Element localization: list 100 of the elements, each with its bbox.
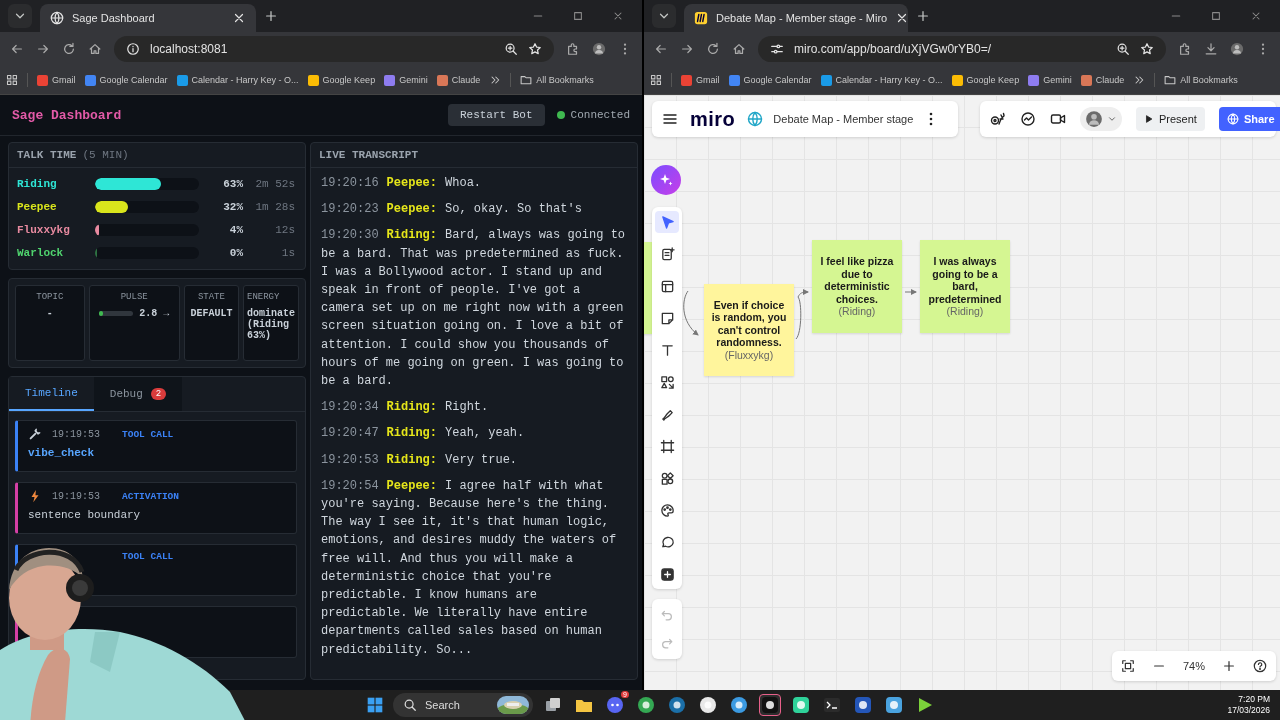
globe-icon[interactable]: [747, 111, 764, 127]
reload-icon[interactable]: [706, 42, 720, 56]
present-button[interactable]: Present: [1136, 107, 1205, 131]
sparkle-icon: [658, 172, 674, 188]
back-icon[interactable]: [10, 42, 24, 56]
template-icon: [659, 278, 675, 294]
bookmark[interactable]: Google Keep: [307, 74, 376, 86]
chat-icon[interactable]: [1020, 111, 1036, 127]
avatar-icon[interactable]: [1230, 42, 1244, 56]
app-icon: [916, 696, 934, 714]
apps-icon[interactable]: [6, 74, 18, 86]
zoom-level[interactable]: 74%: [1182, 660, 1205, 672]
menu-icon[interactable]: [662, 111, 678, 127]
info-icon[interactable]: [126, 42, 140, 56]
close-icon[interactable]: [232, 11, 246, 25]
reload-icon[interactable]: [62, 42, 76, 56]
bookmark[interactable]: Calendar - Harry Key - O...: [820, 74, 943, 86]
home-icon[interactable]: [732, 42, 746, 56]
taskbar-app[interactable]: [790, 694, 812, 716]
talk-percent: 0%: [228, 247, 243, 259]
tab-search-button[interactable]: [652, 4, 676, 28]
add-icon: [659, 566, 675, 582]
reactions-icon[interactable]: [990, 111, 1006, 127]
logo[interactable]: miro: [690, 107, 736, 131]
event-time: 19:19:53: [52, 490, 100, 502]
tab[interactable]: Debug 2: [93, 377, 183, 411]
new-tab-icon[interactable]: [264, 9, 278, 23]
note-author: (Fluxxykg): [724, 348, 774, 362]
bookmark[interactable]: Google Calendar: [728, 74, 812, 86]
browser-tab[interactable]: Debate Map - Member stage - Miro: [684, 4, 908, 32]
chevron-icon: [1107, 114, 1117, 124]
sticky-note[interactable]: Even if choice is random, you can't control randomness. (Fluxxykg): [704, 284, 794, 376]
sticky-note[interactable]: I feel like pizza due to deterministic choices. (Riding): [812, 240, 902, 333]
taskbar-app[interactable]: [666, 694, 688, 716]
download-icon[interactable]: [1204, 42, 1218, 56]
clock-date: 17/03/2026: [1227, 705, 1270, 716]
ai-button[interactable]: [651, 165, 681, 195]
board-title[interactable]: Debate Map - Member stage: [773, 113, 914, 125]
stat-label: STATE: [197, 292, 225, 302]
star-icon[interactable]: [1140, 42, 1154, 56]
more-bookmarks-icon[interactable]: [489, 74, 502, 86]
bookmark[interactable]: Gmail: [37, 74, 76, 86]
all-bookmarks-button[interactable]: All Bookmarks: [520, 74, 594, 86]
browser-tab[interactable]: Sage Dashboard: [40, 4, 256, 32]
bookmark[interactable]: Gemini: [384, 74, 428, 86]
fit-icon[interactable]: [1120, 659, 1135, 673]
star-icon[interactable]: [528, 42, 542, 56]
address-bar[interactable]: miro.com/app/board/uXjVGw0rYB0=/: [758, 36, 1166, 62]
event-type: TOOL CALL: [122, 551, 174, 562]
bookmark[interactable]: Claude: [436, 74, 481, 86]
stat-value: -: [46, 308, 53, 319]
talk-percent: 63%: [222, 178, 243, 190]
apps-icon[interactable]: [650, 74, 662, 86]
taskbar-app[interactable]: [697, 694, 719, 716]
play-icon: [1144, 114, 1154, 124]
zoom-in-icon[interactable]: [1222, 659, 1237, 673]
home-icon[interactable]: [88, 42, 102, 56]
search-field[interactable]: Search: [393, 693, 533, 717]
taskbar-app[interactable]: [759, 694, 781, 716]
taskbar-app[interactable]: [728, 694, 750, 716]
help-icon[interactable]: [1253, 659, 1268, 673]
collaborator-button[interactable]: [1080, 107, 1122, 131]
taskbar-app[interactable]: [635, 694, 657, 716]
start-icon[interactable]: [366, 696, 384, 714]
forward-icon[interactable]: [680, 42, 694, 56]
taskbar-app[interactable]: [883, 694, 905, 716]
bookmark[interactable]: Google Keep: [951, 74, 1020, 86]
taskbar-app[interactable]: [852, 694, 874, 716]
restart-button[interactable]: Restart Bot: [447, 104, 545, 126]
new-tab-icon[interactable]: [916, 9, 930, 23]
maximize-icon[interactable]: [1210, 10, 1222, 22]
app-icon: [761, 696, 779, 714]
app-icon: [885, 696, 903, 714]
extensions-icon[interactable]: [566, 42, 580, 56]
bookmark[interactable]: Claude: [1080, 74, 1125, 86]
more-bookmarks-icon[interactable]: [1133, 74, 1146, 86]
back-icon[interactable]: [654, 42, 668, 56]
bookmark[interactable]: Gmail: [681, 74, 720, 86]
all-bookmarks-button[interactable]: All Bookmarks: [1164, 74, 1238, 86]
bookmark[interactable]: Gemini: [1028, 74, 1072, 86]
tab[interactable]: Timeline: [9, 377, 94, 411]
share-button[interactable]: Share: [1218, 107, 1280, 131]
extensions-icon[interactable]: [1178, 42, 1192, 56]
site-settings-icon[interactable]: [770, 42, 784, 56]
forward-icon[interactable]: [36, 42, 50, 56]
stat-value: 2.8 →: [139, 308, 170, 319]
address-bar[interactable]: localhost:8081: [114, 36, 554, 62]
app-icon: [668, 696, 686, 714]
bookmark[interactable]: Google Calendar: [84, 74, 168, 86]
transcript-message: 19:20:30 Riding: Bard, always was going to be a bard. That was predetermined as fuck. I was a Bollywood actor. I stand up and speak in front of people. I've got a camera set up on me right now with a green screen situation going on. I love a bit of attention. I could show you thousands of hours of me going on green. I was going to be a bard.: [321, 227, 627, 391]
maximize-icon[interactable]: [572, 10, 584, 22]
bookmark[interactable]: Calendar - Harry Key - O...: [176, 74, 299, 86]
video-icon[interactable]: [1050, 111, 1066, 127]
zoom-icon[interactable]: [504, 42, 518, 56]
wrench-icon: [28, 427, 42, 441]
avatar-icon[interactable]: [592, 42, 606, 56]
speaker-name: Warlock: [17, 247, 65, 259]
sticky-note[interactable]: I was always going to be a bard, predetermined (Riding): [920, 240, 1010, 333]
zoom-icon[interactable]: [1116, 42, 1130, 56]
tab-search-button[interactable]: [8, 4, 32, 28]
